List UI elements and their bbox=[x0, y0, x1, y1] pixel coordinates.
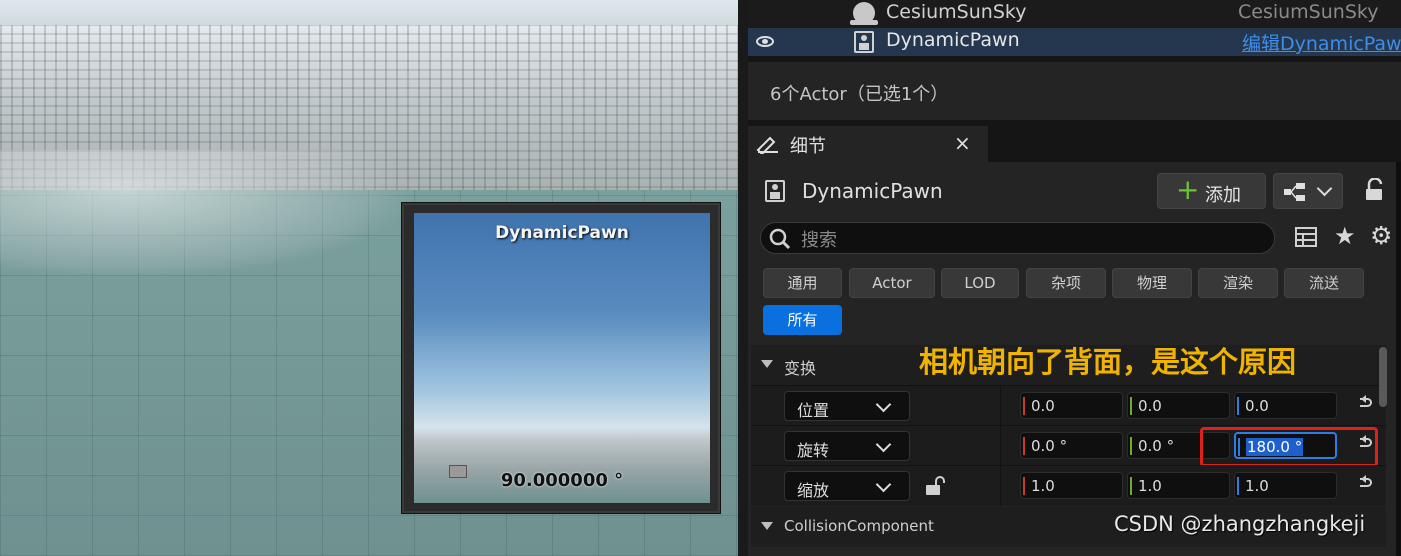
category-streaming[interactable]: 流送 bbox=[1284, 268, 1364, 298]
dropdown-label: 旋转 bbox=[797, 441, 830, 460]
chevron-down-icon bbox=[875, 396, 892, 413]
actor-icon bbox=[854, 31, 874, 53]
scale-z-field[interactable]: 1.0 bbox=[1234, 472, 1337, 499]
actor-icon bbox=[765, 180, 785, 202]
settings-gear-icon[interactable]: ⚙ bbox=[1370, 221, 1392, 250]
lock-icon[interactable] bbox=[1364, 178, 1386, 202]
scale-x-field[interactable]: 1.0 bbox=[1020, 472, 1123, 499]
category-misc[interactable]: 杂项 bbox=[1026, 268, 1106, 298]
blueprint-options-button[interactable] bbox=[1273, 173, 1343, 209]
value: 1.0 bbox=[1031, 477, 1055, 495]
add-component-button[interactable]: + 添加 bbox=[1157, 173, 1266, 209]
outliner-status-bar: 6个Actor（已选1个） bbox=[748, 62, 1401, 120]
value: 0.0 bbox=[1031, 397, 1055, 415]
hierarchy-icon bbox=[1284, 183, 1305, 201]
panel-edge bbox=[1396, 162, 1401, 556]
value: 0.0 ° bbox=[1031, 437, 1068, 455]
category-all[interactable]: 所有 bbox=[763, 305, 842, 335]
scrollbar-thumb[interactable] bbox=[1379, 347, 1387, 407]
chevron-down-icon bbox=[875, 436, 892, 453]
chevron-down-icon bbox=[875, 476, 892, 493]
scale-dropdown[interactable]: 缩放 bbox=[784, 471, 910, 501]
collapse-arrow-icon bbox=[761, 522, 773, 530]
collapse-arrow-icon bbox=[761, 360, 773, 368]
category-rendering[interactable]: 渲染 bbox=[1198, 268, 1278, 298]
highlight-box bbox=[1200, 427, 1378, 467]
section-transform[interactable]: 变换 相机朝向了背面，是这个原因 bbox=[751, 345, 1386, 385]
details-panel: DynamicPawn + 添加 搜索 ★ ⚙ 通用 Actor LOD 杂项 … bbox=[748, 162, 1401, 556]
actor-name: DynamicPawn bbox=[802, 179, 943, 203]
visibility-eye-icon[interactable] bbox=[756, 36, 774, 47]
tab-label: 细节 bbox=[790, 136, 826, 157]
chevron-down-icon bbox=[1316, 180, 1333, 197]
actor-count-text: 6个Actor（已选1个） bbox=[770, 84, 949, 105]
reset-arrow-icon[interactable] bbox=[1358, 475, 1372, 488]
preview-angle: 90.000000 ° bbox=[500, 470, 624, 491]
close-icon[interactable]: × bbox=[954, 131, 971, 155]
category-general[interactable]: 通用 bbox=[763, 268, 842, 298]
outliner-row-type: CesiumSunSky bbox=[1238, 1, 1379, 23]
add-label: 添加 bbox=[1205, 185, 1241, 206]
category-lod[interactable]: LOD bbox=[941, 268, 1019, 298]
section-title: 变换 bbox=[784, 359, 817, 378]
column-divider bbox=[1000, 466, 1001, 506]
value: 0.0 bbox=[1138, 397, 1162, 415]
outliner-row-dynamicpawn[interactable]: DynamicPawn 编辑DynamicPawn bbox=[748, 28, 1401, 56]
column-divider bbox=[1000, 426, 1001, 466]
favorite-star-icon[interactable]: ★ bbox=[1334, 222, 1356, 250]
category-physics[interactable]: 物理 bbox=[1112, 268, 1192, 298]
section-title: CollisionComponent bbox=[784, 517, 934, 535]
rotation-x-field[interactable]: 0.0 ° bbox=[1020, 432, 1123, 459]
plus-icon: + bbox=[1176, 173, 1200, 206]
category-actor[interactable]: Actor bbox=[849, 268, 935, 298]
dropdown-label: 位置 bbox=[797, 401, 830, 420]
value: 0.0 ° bbox=[1138, 437, 1175, 455]
outliner-row-cesiumsunsky[interactable]: CesiumSunSky CesiumSunSky bbox=[748, 0, 1401, 28]
search-icon bbox=[769, 228, 791, 250]
dropdown-label: 缩放 bbox=[797, 481, 830, 500]
shoreline bbox=[0, 150, 420, 280]
tab-details[interactable]: 细节 × bbox=[748, 126, 988, 162]
camera-preview-image: DynamicPawn 90.000000 ° bbox=[414, 213, 710, 503]
location-z-field[interactable]: 0.0 bbox=[1234, 392, 1337, 419]
value: 1.0 bbox=[1245, 477, 1269, 495]
unlock-icon[interactable] bbox=[925, 475, 945, 497]
pencil-icon bbox=[756, 136, 778, 154]
annotation-text: 相机朝向了背面，是这个原因 bbox=[919, 345, 1297, 379]
location-dropdown[interactable]: 位置 bbox=[784, 391, 910, 421]
preview-title: DynamicPawn bbox=[495, 223, 629, 243]
location-y-field[interactable]: 0.0 bbox=[1127, 392, 1230, 419]
editor-side-panel: CesiumSunSky CesiumSunSky DynamicPawn 编辑… bbox=[748, 0, 1401, 556]
reset-arrow-icon[interactable] bbox=[1358, 395, 1372, 408]
location-x-field[interactable]: 0.0 bbox=[1020, 392, 1123, 419]
value: 1.0 bbox=[1138, 477, 1162, 495]
rotation-dropdown[interactable]: 旋转 bbox=[784, 431, 910, 461]
level-viewport[interactable]: DynamicPawn 90.000000 ° bbox=[0, 0, 738, 556]
search-placeholder: 搜索 bbox=[801, 230, 837, 251]
sun-sky-icon bbox=[850, 2, 878, 25]
search-input[interactable]: 搜索 bbox=[760, 222, 1275, 254]
outliner-row-label: CesiumSunSky bbox=[886, 1, 1027, 23]
table-view-icon[interactable] bbox=[1295, 227, 1317, 247]
property-scale: 缩放 1.0 1.0 1.0 bbox=[751, 465, 1386, 506]
outliner-row-label: DynamicPawn bbox=[886, 29, 1020, 51]
column-divider bbox=[1000, 386, 1001, 426]
camera-preview: DynamicPawn 90.000000 ° bbox=[402, 203, 720, 513]
value: 0.0 bbox=[1245, 397, 1269, 415]
property-location: 位置 0.0 0.0 0.0 bbox=[751, 385, 1386, 426]
scale-y-field[interactable]: 1.0 bbox=[1127, 472, 1230, 499]
watermark: CSDN @zhangzhangkeji bbox=[1114, 512, 1366, 536]
edit-blueprint-link[interactable]: 编辑DynamicPawn bbox=[1242, 29, 1401, 56]
